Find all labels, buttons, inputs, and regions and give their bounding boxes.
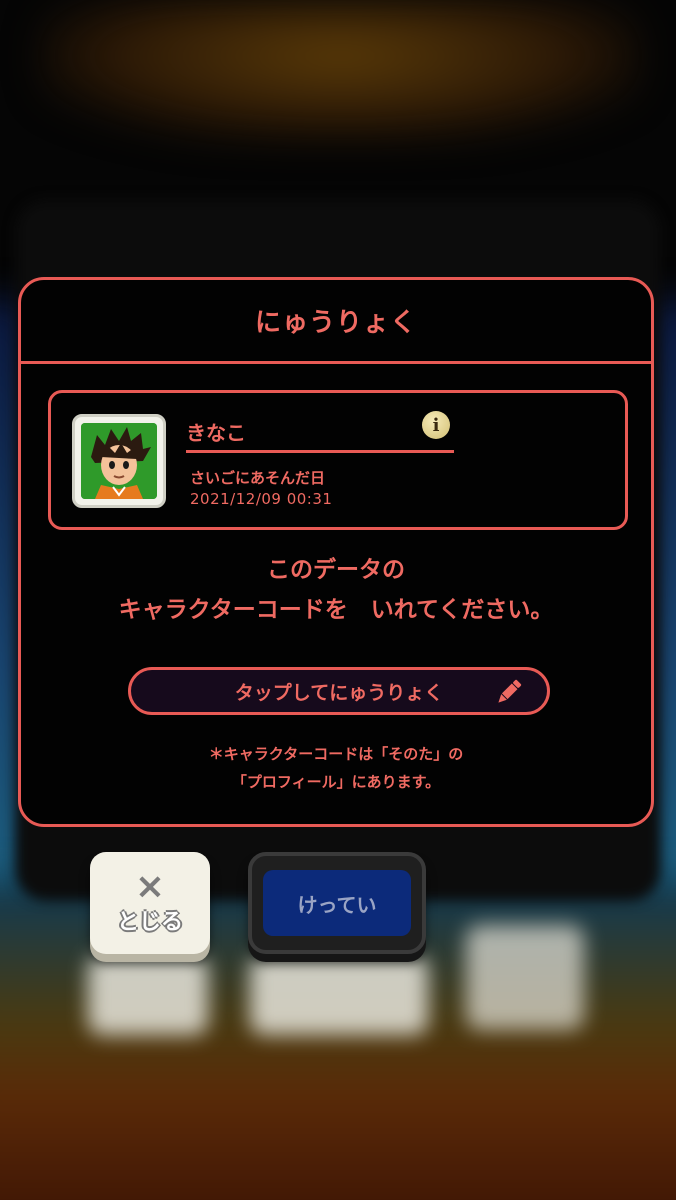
- close-icon: ×: [134, 866, 166, 907]
- hint-line-2: 「プロフィール」にあります。: [231, 773, 441, 791]
- instruction-message: このデータの キャラクターコードを いれてください。: [21, 550, 651, 630]
- confirm-button[interactable]: けってい: [248, 852, 426, 954]
- close-button[interactable]: × とじる: [90, 852, 210, 954]
- background-button-blur: [88, 955, 208, 1035]
- hint-note: ＊キャラクターコードは「そのた」の 「プロフィール」にあります。: [21, 740, 651, 796]
- last-played-date: 2021/12/09 00:31: [190, 490, 333, 508]
- input-dialog: にゅうりょく きなこ i さいごにあそんだ日 2021/12/09 00:31 …: [18, 277, 654, 827]
- screen: にゅうりょく きなこ i さいごにあそんだ日 2021/12/09 00:31 …: [0, 0, 676, 1200]
- character-code-input-button[interactable]: タップしてにゅうりょく: [128, 667, 550, 715]
- character-avatar: [72, 414, 166, 508]
- pencil-icon: [498, 679, 522, 703]
- confirm-button-label: けってい: [297, 892, 377, 917]
- background-top-glow: [40, 0, 640, 140]
- character-name: きなこ: [186, 417, 454, 453]
- instruction-line-1: このデータの: [267, 557, 405, 583]
- dialog-title: にゅうりょく: [21, 280, 651, 364]
- close-button-label: とじる: [116, 910, 183, 935]
- last-played-label: さいごにあそんだ日: [190, 469, 326, 487]
- background-button-blur: [250, 955, 428, 1035]
- confirm-button-face: けってい: [263, 870, 411, 936]
- input-button-label: タップしてにゅうりょく: [234, 681, 444, 704]
- background-button-blur: [466, 925, 584, 1030]
- info-icon[interactable]: i: [422, 411, 450, 439]
- hint-line-1: ＊キャラクターコードは「そのた」の: [208, 745, 464, 763]
- instruction-line-2: キャラクターコードを いれてください。: [118, 597, 554, 623]
- character-card: きなこ i さいごにあそんだ日 2021/12/09 00:31: [48, 390, 628, 530]
- avatar-portrait-icon: [81, 423, 157, 499]
